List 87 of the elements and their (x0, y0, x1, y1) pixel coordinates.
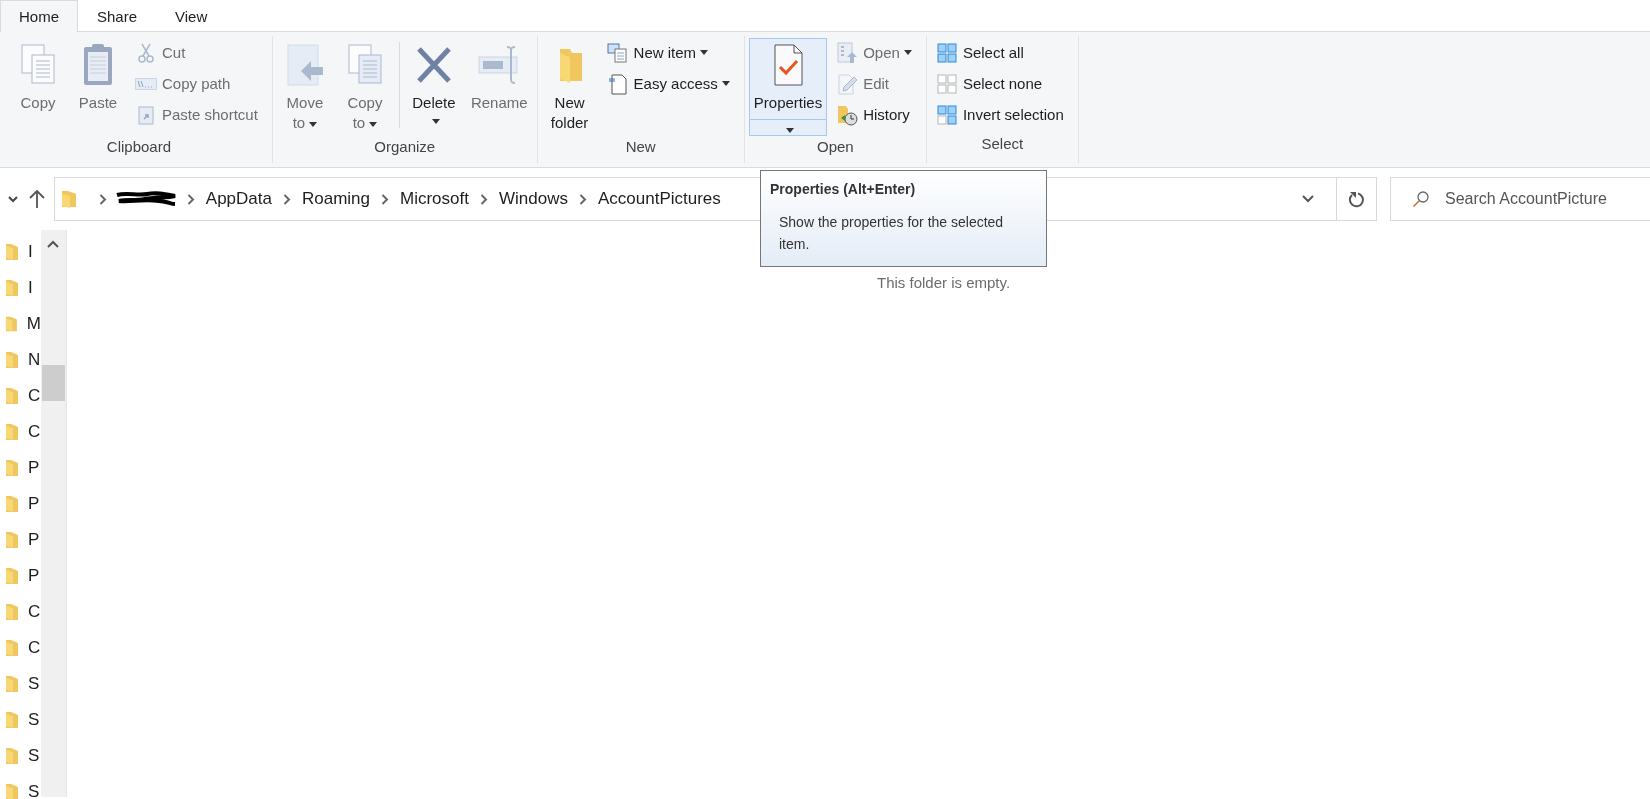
tree-item[interactable]: S (0, 666, 41, 702)
ribbon-tab[interactable]: Share (78, 0, 157, 32)
scissors-icon (137, 42, 155, 63)
page-arrow-icon (284, 43, 325, 87)
breadcrumb[interactable]: Windows (498, 188, 569, 210)
scrollbar[interactable] (41, 230, 66, 797)
up-arrow-icon (29, 189, 46, 209)
chevron-right-icon (98, 193, 107, 205)
group-label: Open (816, 137, 855, 157)
empty-message: This folder is empty. (877, 274, 1011, 291)
grid-icon (936, 42, 957, 63)
tree-item[interactable]: C (0, 414, 41, 450)
folder-icon (5, 243, 19, 261)
ribbon-button[interactable]: Invert selection (930, 100, 1068, 129)
folder-icon (5, 711, 19, 729)
tree-item[interactable]: P (0, 558, 41, 594)
ribbon-button[interactable]: New item (601, 38, 734, 67)
folder-icon (5, 495, 19, 513)
folder-icon (5, 639, 19, 657)
path-icon (135, 77, 157, 90)
tree-item[interactable]: S (0, 738, 41, 774)
pages-icon (18, 43, 58, 87)
tree-item[interactable]: C (0, 594, 41, 630)
folder-icon (5, 279, 19, 297)
folder-icon (5, 603, 19, 621)
folder-icon (5, 423, 19, 441)
breadcrumb[interactable]: Roaming (300, 188, 371, 210)
breadcrumb[interactable]: AccountPictures (596, 188, 722, 210)
folder-icon (5, 675, 19, 693)
refresh-button[interactable] (1336, 177, 1377, 221)
folder-icon (5, 783, 19, 799)
ribbon-tab[interactable]: Home (0, 0, 78, 32)
tree-item[interactable]: C (0, 630, 41, 666)
new-document-icon (606, 42, 629, 63)
folder-icon (5, 351, 19, 369)
grid-icon (936, 104, 957, 125)
tree-item[interactable]: P (0, 522, 41, 558)
document-icon (607, 72, 628, 95)
chevron-right-icon (186, 193, 195, 205)
grid-icon (936, 73, 957, 94)
chevron-right-icon (282, 193, 291, 205)
document-arrow-icon (837, 41, 858, 64)
tree-item[interactable]: S (0, 702, 41, 738)
tree-item[interactable]: M (0, 306, 41, 342)
tree-item[interactable]: I (0, 270, 41, 306)
tree-item[interactable]: I (0, 234, 41, 270)
folder-clock-icon (836, 103, 859, 126)
folder-icon (5, 459, 19, 477)
tree-item[interactable]: S (0, 774, 41, 799)
caret-icon (786, 128, 794, 133)
group-label: Select (980, 134, 1025, 154)
scroll-up-icon[interactable] (47, 240, 59, 248)
folder-icon (5, 567, 19, 585)
folder-icon (5, 387, 19, 405)
chevron-right-icon (381, 193, 389, 205)
group-label: Clipboard (105, 137, 173, 157)
tooltip-title: Properties (Alt+Enter) (770, 181, 917, 197)
tree-item[interactable]: N (0, 342, 41, 378)
search-field[interactable]: Search AccountPicture (1390, 177, 1650, 221)
breadcrumb[interactable]: Microsoft (399, 188, 470, 210)
chevron-right-icon (578, 193, 587, 205)
breadcrumb[interactable]: AppData (204, 188, 273, 210)
ribbon-button[interactable]: Select all (930, 38, 1068, 67)
ribbon-button[interactable]: Delete (405, 38, 462, 136)
ribbon-button[interactable]: Select none (930, 69, 1068, 98)
refresh-icon (1348, 190, 1365, 208)
tree-item[interactable]: C (0, 378, 41, 414)
ribbon-button[interactable]: Properties (748, 38, 828, 136)
scroll-thumb[interactable] (42, 365, 65, 401)
ribbon-button[interactable]: Easy access (601, 69, 734, 98)
clipboard-icon (137, 104, 155, 125)
folder-icon (5, 315, 18, 333)
tree-item[interactable]: P (0, 450, 41, 486)
ribbon-tab[interactable]: View (156, 0, 227, 32)
pencil-icon (837, 72, 858, 95)
folder-icon (60, 190, 77, 208)
folder-icon (5, 531, 19, 549)
chevron-right-icon (480, 193, 488, 205)
ribbon-button[interactable]: New folder (541, 38, 598, 136)
chevron-down-icon[interactable] (1301, 195, 1314, 203)
group-label: Organize (373, 137, 437, 157)
chevron-down-icon (8, 195, 18, 203)
group-label: New (624, 137, 657, 157)
folder-icon (5, 747, 19, 765)
tree-item[interactable]: P (0, 486, 41, 522)
ribbon-button[interactable]: History (831, 100, 916, 129)
caret-icon (431, 119, 440, 124)
